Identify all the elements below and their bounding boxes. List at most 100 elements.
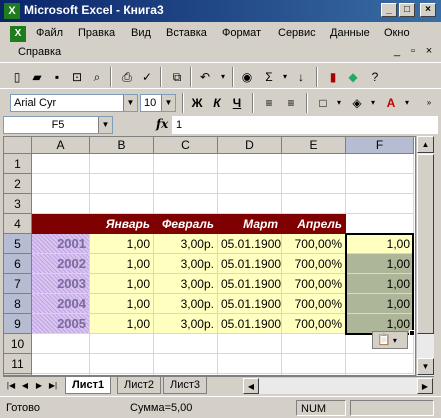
borders-dropdown-icon[interactable]: ▾ xyxy=(330,94,348,112)
bold-button[interactable]: Ж xyxy=(188,94,206,112)
select-all-corner[interactable] xyxy=(4,137,32,154)
row-header-11[interactable]: 11 xyxy=(4,354,32,374)
font-size-select[interactable]: 10 ▼ xyxy=(140,94,176,112)
menu-file[interactable]: Файл xyxy=(36,27,63,39)
table-header-cell[interactable] xyxy=(32,214,90,234)
date-cell[interactable]: 05.01.1900 xyxy=(218,274,282,294)
menu-help[interactable]: Справка xyxy=(18,46,61,58)
table-header-cell[interactable]: Февраль xyxy=(154,214,218,234)
row-header-8[interactable]: 8 xyxy=(4,294,32,314)
chevron-down-icon[interactable]: ▼ xyxy=(98,117,112,133)
column-header-a[interactable]: A xyxy=(32,137,90,154)
grid-cell[interactable] xyxy=(32,194,90,214)
selected-cell[interactable]: 1,00 xyxy=(346,294,414,314)
percent-cell[interactable]: 700,00% xyxy=(282,274,346,294)
column-header-d[interactable]: D xyxy=(218,137,282,154)
paste-options-button[interactable]: 📋 ▾ xyxy=(372,331,408,349)
open-folder-icon[interactable]: ▰ xyxy=(28,68,46,86)
next-sheet-icon[interactable]: ▶ xyxy=(33,379,45,393)
toolbar-options-icon[interactable]: » xyxy=(420,94,438,112)
italic-button[interactable]: К xyxy=(208,94,226,112)
value-cell[interactable]: 1,00 xyxy=(90,254,154,274)
year-cell[interactable]: 2004 xyxy=(32,294,90,314)
save-icon[interactable]: ▪ xyxy=(48,68,66,86)
vertical-scrollbar[interactable]: ▲ ▼ xyxy=(416,136,434,376)
doc-close-button[interactable]: × xyxy=(422,45,436,58)
grid-cell[interactable] xyxy=(346,154,414,174)
minimize-button[interactable]: _ xyxy=(381,3,397,17)
value-cell[interactable]: 1,00 xyxy=(90,234,154,254)
row-header-2[interactable]: 2 xyxy=(4,174,32,194)
column-header-c[interactable]: C xyxy=(154,137,218,154)
currency-cell[interactable]: 3,00р. xyxy=(154,254,218,274)
grid-cell[interactable] xyxy=(32,174,90,194)
grid-cell[interactable] xyxy=(346,354,414,374)
undo-dropdown-icon[interactable]: ▾ xyxy=(214,68,232,86)
percent-cell[interactable]: 700,00% xyxy=(282,254,346,274)
permission-icon[interactable]: ⊡ xyxy=(68,68,86,86)
fill-handle[interactable] xyxy=(409,330,415,336)
fill-dropdown-icon[interactable]: ▾ xyxy=(364,94,382,112)
help-icon[interactable]: ? xyxy=(366,68,384,86)
row-header-1[interactable]: 1 xyxy=(4,154,32,174)
formula-input[interactable]: 1 xyxy=(172,116,438,134)
menu-insert[interactable]: Вставка xyxy=(166,27,207,39)
font-name-select[interactable]: Arial Cyr ▼ xyxy=(10,94,138,112)
grid-cell[interactable] xyxy=(154,334,218,354)
year-cell[interactable]: 2001 xyxy=(32,234,90,254)
column-header-f[interactable]: F xyxy=(346,137,414,154)
spelling-icon[interactable]: ✓ xyxy=(138,68,156,86)
table-header-cell[interactable]: Апрель xyxy=(282,214,346,234)
grid-cell[interactable] xyxy=(90,194,154,214)
grid-cell[interactable] xyxy=(32,334,90,354)
grid-cell[interactable] xyxy=(154,154,218,174)
selected-cell[interactable]: 1,00 xyxy=(346,254,414,274)
grid-cell[interactable] xyxy=(154,194,218,214)
chevron-down-icon[interactable]: ▼ xyxy=(123,95,137,111)
font-color-dropdown-icon[interactable]: ▾ xyxy=(398,94,416,112)
chart-wizard-icon[interactable]: ▮ xyxy=(324,68,342,86)
row-header-7[interactable]: 7 xyxy=(4,274,32,294)
currency-cell[interactable]: 3,00р. xyxy=(154,294,218,314)
row-header-3[interactable]: 3 xyxy=(4,194,32,214)
year-cell[interactable]: 2003 xyxy=(32,274,90,294)
scroll-down-icon[interactable]: ▼ xyxy=(417,358,434,375)
grid-cell[interactable] xyxy=(218,174,282,194)
grid-cell[interactable] xyxy=(218,354,282,374)
column-header-b[interactable]: B xyxy=(90,137,154,154)
table-header-cell[interactable]: Январь xyxy=(90,214,154,234)
grid-cell[interactable] xyxy=(282,174,346,194)
column-header-e[interactable]: E xyxy=(282,137,346,154)
date-cell[interactable]: 05.01.1900 xyxy=(218,294,282,314)
sheet-tab-3[interactable]: Лист3 xyxy=(163,377,208,394)
scroll-right-icon[interactable]: ▶ xyxy=(417,378,433,394)
function-icon[interactable]: fx xyxy=(156,117,168,131)
grid-cell[interactable] xyxy=(346,214,414,234)
value-cell[interactable]: 1,00 xyxy=(90,314,154,334)
percent-cell[interactable]: 700,00% xyxy=(282,294,346,314)
last-sheet-icon[interactable]: ▶| xyxy=(47,379,59,393)
grid-cell[interactable] xyxy=(282,354,346,374)
date-cell[interactable]: 05.01.1900 xyxy=(218,234,282,254)
sheet-tab-1[interactable]: Лист1 xyxy=(65,377,112,394)
grid-cell[interactable] xyxy=(346,174,414,194)
align-left-icon[interactable]: ≡ xyxy=(260,94,278,112)
grid-cell[interactable] xyxy=(282,154,346,174)
menu-data[interactable]: Данные xyxy=(330,27,370,39)
name-box[interactable]: F5 ▼ xyxy=(3,116,113,134)
scroll-up-icon[interactable]: ▲ xyxy=(417,136,434,153)
excel-icon[interactable]: X xyxy=(4,3,20,19)
selected-cell[interactable]: 1,00 xyxy=(346,234,414,254)
spreadsheet-grid[interactable]: ABCDEF123456789101112ЯнварьФевральМартАп… xyxy=(3,136,416,376)
grid-cell[interactable] xyxy=(154,354,218,374)
row-header-5[interactable]: 5 xyxy=(4,234,32,254)
grid-cell[interactable] xyxy=(282,194,346,214)
menu-format[interactable]: Формат xyxy=(222,27,261,39)
close-button[interactable]: × xyxy=(420,3,436,17)
grid-cell[interactable] xyxy=(218,194,282,214)
prev-sheet-icon[interactable]: ◀ xyxy=(19,379,31,393)
currency-cell[interactable]: 3,00р. xyxy=(154,274,218,294)
grid-cell[interactable] xyxy=(90,334,154,354)
hyperlink-icon[interactable]: ◉ xyxy=(238,68,256,86)
percent-cell[interactable]: 700,00% xyxy=(282,234,346,254)
